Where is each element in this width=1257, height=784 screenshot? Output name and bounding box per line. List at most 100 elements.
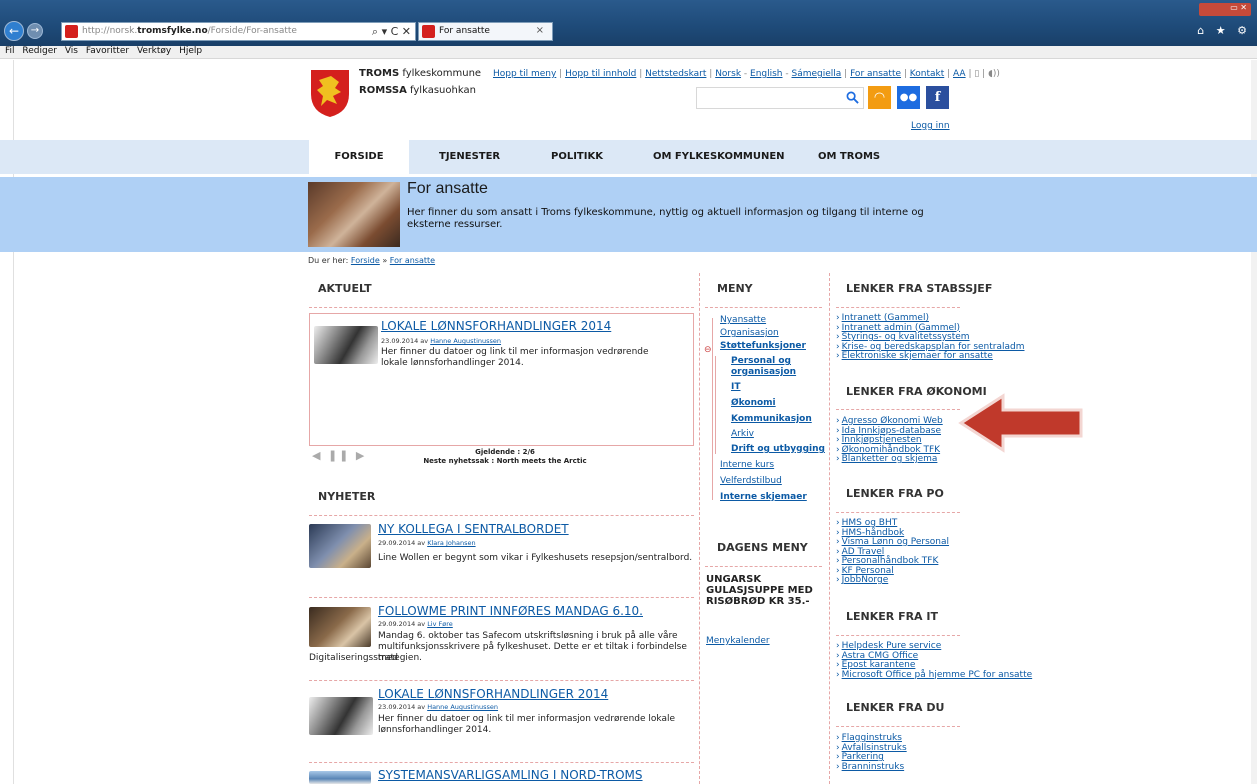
link-for-ansatte[interactable]: For ansatte: [850, 69, 901, 79]
news-thumbnail[interactable]: [309, 607, 371, 647]
address-controls[interactable]: ⌕ ▾ C ✕: [372, 25, 411, 39]
slideshow-controls[interactable]: ◀ ❚❚ ▶: [312, 449, 366, 462]
banner-description: Her finner du som ansatt i Troms fylkesk…: [407, 207, 924, 230]
facebook-icon[interactable]: f: [926, 86, 949, 109]
window-controls[interactable]: ▭ ✕: [1199, 3, 1251, 16]
menu-item-velferdstilbud[interactable]: Velferdstilbud: [720, 476, 782, 487]
link-ms-office[interactable]: Microsoft Office på hjemme PC for ansatt…: [836, 670, 1033, 681]
section-separator: [309, 307, 694, 308]
slideshow-status: Gjeldende : 2/6 Neste nyhetssak : North …: [423, 448, 587, 465]
nav-om-troms[interactable]: OM TROMS: [818, 140, 880, 174]
menu-vis[interactable]: Vis: [65, 46, 78, 56]
news-thumbnail[interactable]: [309, 771, 371, 784]
browser-tab[interactable]: For ansatte ×: [418, 22, 553, 41]
nav-politikk[interactable]: POLITIKK: [551, 140, 603, 174]
news-author-link[interactable]: Liv Føre: [427, 620, 453, 628]
listen-icon[interactable]: ◖)): [988, 69, 1000, 79]
news-author-link[interactable]: Hanne Augustinussen: [427, 703, 498, 711]
brand-romssa[interactable]: ROMSSA fylkasuohkan: [359, 85, 476, 96]
menu-item-personal[interactable]: Personal og: [731, 356, 791, 367]
search-icon[interactable]: [846, 91, 859, 104]
menu-item-personal-2[interactable]: organisasjon: [731, 367, 796, 378]
it-heading: LENKER FRA IT: [846, 610, 938, 623]
news-title-link[interactable]: NY KOLLEGA I SENTRALBORDET: [378, 522, 569, 536]
news-title-link[interactable]: SYSTEMANSVARLIGSAMLING I NORD-TROMS: [378, 768, 643, 782]
menu-item-arkiv[interactable]: Arkiv: [731, 429, 754, 440]
news-title-link[interactable]: FOLLOWME PRINT INNFØRES MANDAG 6.10.: [378, 604, 643, 618]
menu-tree-line: [715, 356, 716, 454]
link-samegiella[interactable]: Sámegiella: [792, 69, 842, 79]
link-english[interactable]: English: [750, 69, 783, 79]
page-banner: For ansatte Her finner du som ansatt i T…: [0, 177, 1257, 252]
nav-tjenester[interactable]: TJENESTER: [439, 140, 500, 174]
aktuelt-author-link[interactable]: Hanne Augustinussen: [430, 337, 501, 345]
section-separator: [836, 512, 960, 513]
link-hopp-meny[interactable]: Hopp til meny: [493, 69, 556, 79]
browser-tool-icons[interactable]: ⌂ ★ ⚙: [1197, 24, 1251, 37]
news-meta: 29.09.2014 av Klara Johansen: [378, 539, 476, 547]
section-separator: [836, 409, 960, 410]
section-separator: [836, 307, 960, 308]
menu-item-it[interactable]: IT: [731, 382, 741, 393]
back-button[interactable]: ←: [4, 21, 24, 41]
section-separator: [309, 762, 694, 763]
menu-item-interne-skjemaer[interactable]: Interne skjemaer: [720, 492, 807, 503]
menu-item-interne-kurs[interactable]: Interne kurs: [720, 460, 774, 471]
menu-item-kommunikasjon[interactable]: Kommunikasjon: [731, 414, 812, 425]
page: TROMS fylkeskommune ROMSSA fylkasuohkan …: [0, 60, 1257, 784]
menu-rediger[interactable]: Rediger: [22, 46, 57, 56]
menu-item-stottefunksjoner[interactable]: Støttefunksjoner: [720, 341, 806, 352]
menu-verktoy[interactable]: Verktøy: [137, 46, 171, 56]
menu-hjelp[interactable]: Hjelp: [179, 46, 202, 56]
forward-button[interactable]: →: [27, 23, 43, 39]
menu-item-okonomi[interactable]: Økonomi: [731, 398, 776, 409]
link-norsk[interactable]: Norsk: [715, 69, 741, 79]
news-author-link[interactable]: Klara Johansen: [427, 539, 475, 547]
link-branninstruks[interactable]: Branninstruks: [836, 762, 907, 773]
news-thumbnail[interactable]: [314, 326, 378, 364]
collapse-icon[interactable]: ⊖: [704, 345, 712, 355]
menu-favoritter[interactable]: Favoritter: [86, 46, 129, 56]
arrow-right-icon: →: [30, 25, 40, 36]
news-thumbnail[interactable]: [309, 524, 371, 568]
address-bar[interactable]: http://norsk.tromsfylke.no/Forside/For-a…: [61, 22, 416, 41]
nav-forside[interactable]: FORSIDE: [309, 140, 409, 174]
section-separator: [836, 726, 960, 727]
link-kontakt[interactable]: Kontakt: [910, 69, 944, 79]
breadcrumb-for-ansatte[interactable]: For ansatte: [390, 256, 435, 265]
menykalender-link[interactable]: Menykalender: [706, 636, 770, 646]
menu-item-organisasjon[interactable]: Organisasjon: [720, 328, 779, 339]
flickr-icon[interactable]: ●●: [897, 86, 920, 109]
nav-om-fylkeskommunen[interactable]: OM FYLKESKOMMUNEN: [653, 140, 785, 174]
section-separator: [309, 515, 694, 516]
link-hopp-innhold[interactable]: Hopp til innhold: [565, 69, 636, 79]
aktuelt-title-link[interactable]: LOKALE LØNNSFORHANDLINGER 2014: [381, 319, 611, 333]
tab-close-icon[interactable]: ×: [536, 25, 544, 36]
link-jobbnorge[interactable]: JobbNorge: [836, 575, 949, 586]
breadcrumb-forside[interactable]: Forside: [351, 256, 380, 265]
link-text-size[interactable]: AA: [953, 69, 966, 79]
dagens-meny-heading: DAGENS MENY: [717, 541, 808, 554]
menu-fil[interactable]: Fil: [5, 46, 15, 56]
dagens-meny-text: UNGARSK GULASJSUPPE MED RISØBRØD KR 35.-: [706, 574, 813, 607]
troms-crest-icon[interactable]: [309, 68, 351, 118]
rss-icon[interactable]: ◠: [868, 86, 891, 109]
mobile-icon[interactable]: ▯: [974, 69, 979, 79]
menu-item-nyansatte[interactable]: Nyansatte: [720, 315, 766, 326]
aktuelt-slide: LOKALE LØNNSFORHANDLINGER 2014 23.09.201…: [309, 313, 694, 446]
po-links: HMS og BHT HMS-håndbok Visma Lønn og Per…: [836, 518, 949, 586]
site-favicon-icon: [65, 25, 78, 38]
menu-item-drift[interactable]: Drift og utbygging: [731, 444, 825, 455]
news-meta: 23.09.2014 av Hanne Augustinussen: [378, 703, 499, 711]
brand-troms[interactable]: TROMS fylkeskommune: [359, 68, 481, 79]
arrow-left-icon: ←: [8, 24, 20, 38]
news-title-link[interactable]: LOKALE LØNNSFORHANDLINGER 2014: [378, 687, 608, 701]
section-separator: [309, 597, 694, 598]
search-input[interactable]: [696, 87, 864, 109]
login-link[interactable]: Logg inn: [911, 121, 950, 131]
link-nettstedskart[interactable]: Nettstedskart: [645, 69, 706, 79]
link-blanketter[interactable]: Blanketter og skjema: [836, 454, 943, 465]
tab-title: For ansatte: [439, 26, 490, 36]
link-elektroniske-skjemaer[interactable]: Elektroniske skjemaer for ansatte: [836, 351, 1025, 362]
news-thumbnail[interactable]: [309, 697, 373, 735]
